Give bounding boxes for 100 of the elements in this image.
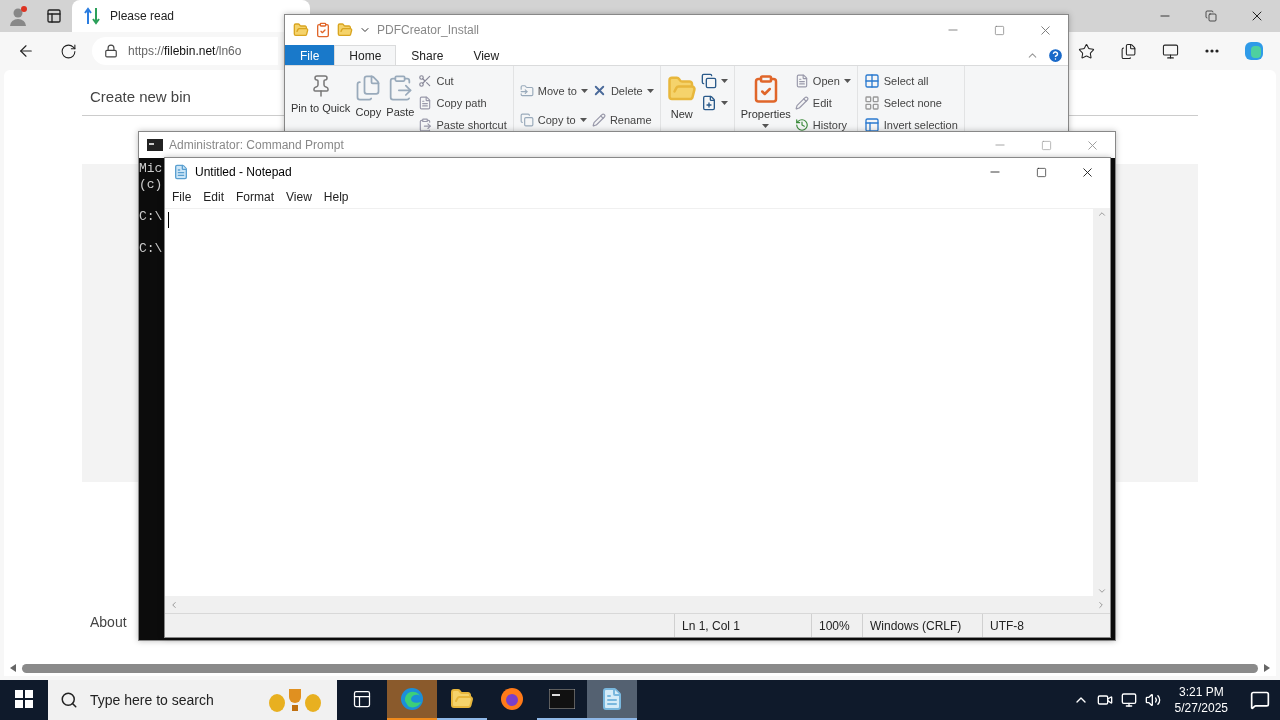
browser-tab[interactable]: Please read — [72, 0, 310, 32]
volume-icon[interactable] — [1144, 692, 1161, 708]
button-label: Paste shortcut — [436, 118, 507, 131]
button-label: Invert selection — [883, 118, 958, 131]
copy-icon — [519, 112, 534, 127]
button-label: Properties — [740, 108, 791, 120]
grid-icon — [863, 72, 880, 89]
ribbon-button[interactable]: Copy to — [519, 111, 588, 128]
url-text: https://filebin.net/ln6o — [128, 44, 242, 58]
ribbon-button[interactable]: Rename — [591, 111, 654, 128]
horizontal-scrollbar[interactable] — [4, 660, 1276, 676]
console-line: (c) — [139, 177, 163, 193]
folder-icon[interactable] — [337, 22, 353, 38]
button-label: Select none — [883, 96, 942, 109]
button-label: Rename — [609, 113, 652, 126]
ribbon-button[interactable]: Invert selection — [863, 116, 958, 133]
caret-icon — [843, 78, 851, 83]
button-label: Copy to — [537, 113, 576, 126]
pages-icon — [1119, 42, 1137, 60]
checklist-icon[interactable] — [315, 22, 331, 38]
button-label: Open — [812, 74, 840, 87]
notepad-icon — [600, 687, 624, 711]
ribbon-button[interactable]: Delete — [591, 82, 654, 99]
task-view-icon — [352, 689, 372, 709]
ribbon-button[interactable]: Cut — [418, 72, 507, 89]
time-text: 3:21 PM — [1178, 684, 1224, 700]
copy-icon — [700, 72, 717, 89]
browser-icon — [500, 687, 524, 711]
ribbon-button[interactable]: Properties — [740, 70, 791, 133]
button-label: Copy — [355, 106, 382, 118]
pencil-icon — [591, 112, 606, 127]
ribbon-button[interactable]: Select none — [863, 94, 958, 111]
menu-item[interactable]: Edit — [198, 190, 230, 204]
console-line: Mic — [139, 161, 163, 177]
notepad-icon — [173, 164, 189, 180]
console-line: C:\ — [139, 240, 163, 257]
menu-item[interactable]: View — [281, 190, 317, 204]
button-label: Paste — [386, 106, 415, 118]
button-label: New — [670, 108, 693, 120]
ribbon-tab[interactable]: File — [285, 45, 335, 65]
ribbon-button[interactable]: Paste shortcut — [418, 116, 507, 133]
ribbon-button[interactable]: Paste — [386, 70, 415, 133]
ribbon-button[interactable]: Copy — [354, 70, 383, 133]
ribbon-button[interactable]: Move to — [519, 82, 588, 99]
horizontal-scrollbar[interactable] — [165, 596, 1110, 613]
console-icon — [549, 689, 575, 709]
about-link[interactable]: About — [90, 614, 127, 630]
tabs-icon — [46, 8, 62, 24]
ribbon-button[interactable] — [700, 94, 728, 111]
menu-item[interactable]: Help — [318, 190, 354, 204]
ribbon-button[interactable]: Edit — [794, 94, 851, 111]
document-icon — [418, 95, 433, 110]
button-label: Edit — [812, 96, 832, 109]
tab-title: Please read — [110, 9, 175, 23]
button-label: Select all — [883, 74, 929, 87]
console-icon — [147, 139, 163, 151]
console-line: C:\ — [139, 208, 163, 225]
ribbon-button[interactable]: Open — [794, 72, 851, 89]
caret-icon — [762, 124, 770, 128]
camera-icon[interactable] — [1096, 692, 1113, 708]
ribbon-button[interactable]: Copy path — [418, 94, 507, 111]
document-icon — [794, 73, 809, 88]
search-field[interactable]: Type here to search — [48, 680, 337, 720]
search-placeholder: Type here to search — [90, 692, 215, 708]
browser-icon — [400, 687, 424, 711]
clipboard-icon — [418, 117, 433, 132]
notifications-icon[interactable] — [1250, 690, 1270, 710]
button-label: Cut — [436, 74, 454, 87]
create-bin-link[interactable]: Create new bin — [90, 88, 191, 105]
vertical-scrollbar[interactable] — [1093, 209, 1110, 596]
network-icon[interactable] — [1120, 692, 1137, 708]
menu-item[interactable]: File — [167, 190, 197, 204]
restore-icon — [1205, 10, 1217, 22]
window-title: Untitled - Notepad — [195, 165, 292, 179]
ribbon-button[interactable]: Select all — [863, 72, 958, 89]
button-label: Delete — [610, 84, 643, 97]
ribbon-button[interactable]: Pin to Quick — [291, 70, 351, 133]
status-text: UTF-8 — [982, 614, 1092, 637]
ribbon-button[interactable] — [700, 72, 728, 89]
pencil-icon — [794, 95, 809, 110]
button-label: History — [812, 118, 848, 131]
assistant-icon — [1243, 40, 1265, 62]
button-label: Copy path — [436, 96, 487, 109]
date-text: 5/27/2025 — [1174, 700, 1228, 716]
window-title: PDFCreator_Install — [377, 23, 480, 37]
monitor-icon — [1161, 42, 1179, 60]
ribbon-tab[interactable]: Home — [334, 45, 397, 65]
caret-icon — [720, 100, 728, 105]
help-icon[interactable] — [1047, 46, 1064, 64]
history-icon — [794, 117, 809, 132]
arrows-icon — [84, 7, 100, 25]
folder-arrow-icon — [519, 83, 534, 98]
address-bar[interactable]: https://filebin.net/ln6o — [92, 37, 278, 65]
menu-item[interactable]: Format — [231, 190, 280, 204]
ribbon-button[interactable]: New — [666, 70, 697, 133]
clock[interactable]: 3:21 PM 5/27/2025 — [1174, 684, 1228, 716]
status-text: 100% — [811, 614, 862, 637]
avatar-icon — [8, 6, 28, 26]
star-icon — [1077, 42, 1095, 60]
ribbon-button[interactable]: History — [794, 116, 851, 133]
